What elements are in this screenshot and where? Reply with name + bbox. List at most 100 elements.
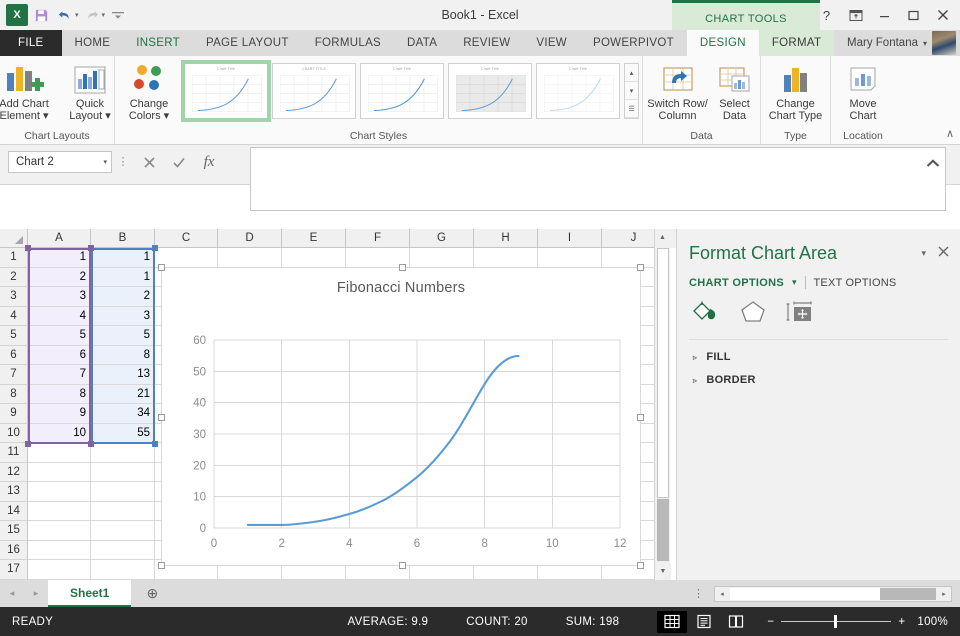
cell-b15[interactable]	[91, 521, 155, 541]
cell-b9[interactable]: 34	[91, 404, 155, 424]
cell-e1[interactable]	[282, 248, 346, 268]
row-header[interactable]: 12	[0, 462, 28, 482]
tab-view[interactable]: VIEW	[523, 30, 580, 56]
select-all-corner[interactable]	[0, 229, 28, 248]
cell-d1[interactable]	[218, 248, 282, 268]
ribbon-display-options-icon[interactable]	[842, 2, 869, 28]
cell-b14[interactable]	[91, 501, 155, 521]
range-handle[interactable]	[88, 441, 94, 447]
range-handle[interactable]	[25, 245, 31, 251]
horizontal-scroll-thumb[interactable]	[730, 587, 880, 600]
vertical-scrollbar[interactable]: ▲ ▼	[654, 229, 671, 580]
tab-formulas[interactable]: FORMULAS	[302, 30, 394, 56]
status-average[interactable]: AVERAGE: 9.9	[348, 616, 429, 628]
column-header-a[interactable]: A	[28, 229, 91, 248]
cell-a15[interactable]	[28, 521, 91, 541]
tab-design[interactable]: DESIGN	[686, 30, 759, 56]
cell-b11[interactable]	[91, 443, 155, 463]
tab-insert[interactable]: INSERT	[123, 30, 193, 56]
scroll-left-icon[interactable]: ◂	[715, 590, 729, 598]
border-expander-icon[interactable]: ▹	[693, 376, 697, 385]
previous-sheet-icon[interactable]: ◂	[0, 588, 24, 599]
pane-section-fill[interactable]: ▹ FILL	[677, 340, 960, 363]
column-header-h[interactable]: H	[474, 229, 538, 248]
range-handle[interactable]	[152, 441, 158, 447]
cell-b6[interactable]: 8	[91, 345, 155, 365]
scroll-down-icon[interactable]: ▼	[655, 563, 671, 580]
cell-a14[interactable]	[28, 501, 91, 521]
sheet-tab-sheet1[interactable]: Sheet1	[48, 580, 132, 607]
row-header[interactable]: 7	[0, 365, 28, 385]
cell-a3[interactable]: 3	[28, 287, 91, 307]
cell-b17[interactable]	[91, 560, 155, 580]
new-sheet-icon[interactable]: ⊕	[131, 585, 173, 602]
row-header[interactable]: 17	[0, 560, 28, 580]
cell-a5[interactable]: 5	[28, 326, 91, 346]
name-box[interactable]: Chart 2 ▾	[8, 151, 112, 173]
row-header[interactable]: 10	[0, 423, 28, 443]
column-header-g[interactable]: G	[410, 229, 474, 248]
row-header[interactable]: 13	[0, 482, 28, 502]
sheet-tab-options-icon[interactable]: ⋮	[693, 587, 714, 600]
column-header-i[interactable]: I	[538, 229, 602, 248]
cell-b13[interactable]	[91, 482, 155, 502]
tab-data[interactable]: DATA	[394, 30, 450, 56]
size-and-properties-icon[interactable]	[785, 299, 815, 330]
row-header[interactable]: 4	[0, 306, 28, 326]
vertical-scroll-thumb[interactable]	[657, 248, 669, 498]
zoom-slider-thumb[interactable]	[834, 615, 838, 628]
switch-row-column-button[interactable]: Switch Row/Column	[645, 59, 711, 122]
chart-object[interactable]: Fibonacci Numbers 0 10 20 30 40 50 60 0 …	[158, 264, 644, 569]
cancel-entry-icon[interactable]	[134, 151, 164, 173]
tab-format[interactable]: FORMAT	[758, 30, 835, 56]
status-sum[interactable]: SUM: 198	[566, 616, 620, 628]
tab-page-layout[interactable]: PAGE LAYOUT	[193, 30, 302, 56]
chart-resize-handle[interactable]	[399, 264, 406, 271]
pane-section-border[interactable]: ▹ BORDER	[677, 363, 960, 386]
name-box-dropdown-icon[interactable]: ▾	[103, 158, 107, 166]
tab-text-options[interactable]: TEXT OPTIONS	[814, 277, 897, 289]
cell-a8[interactable]: 8	[28, 384, 91, 404]
next-sheet-icon[interactable]: ▸	[24, 588, 48, 599]
cell-b2[interactable]: 1	[91, 267, 155, 287]
cell-b8[interactable]: 21	[91, 384, 155, 404]
gallery-more-icon[interactable]: ☰	[625, 100, 638, 118]
chart-options-dropdown-icon[interactable]: ▾	[792, 277, 797, 288]
add-chart-element-button[interactable]: Add Chart Element ▾	[0, 59, 57, 122]
page-break-preview-button[interactable]	[721, 611, 751, 633]
chart-resize-handle[interactable]	[158, 264, 165, 271]
row-header[interactable]: 1	[0, 248, 28, 268]
page-layout-view-button[interactable]	[689, 611, 719, 633]
chart-style-thumbnail[interactable]: Chart Title	[181, 60, 271, 122]
cell-i1[interactable]	[538, 248, 602, 268]
close-icon[interactable]	[929, 2, 956, 28]
chart-style-thumbnail[interactable]: Chart Title	[536, 63, 620, 119]
quick-layout-button[interactable]: Quick Layout ▾	[57, 59, 123, 122]
cell-b5[interactable]: 5	[91, 326, 155, 346]
account-dropdown-icon[interactable]: ▾	[923, 39, 927, 48]
column-header-e[interactable]: E	[282, 229, 346, 248]
chart-resize-handle[interactable]	[637, 562, 644, 569]
cell-a6[interactable]: 6	[28, 345, 91, 365]
row-header[interactable]: 2	[0, 267, 28, 287]
scroll-up-icon[interactable]: ▲	[655, 229, 670, 246]
change-chart-type-button[interactable]: Change Chart Type	[763, 59, 829, 122]
effects-icon[interactable]	[739, 299, 767, 330]
chart-title[interactable]: Fibonacci Numbers	[162, 268, 640, 296]
gallery-scroll-up-icon[interactable]: ▴	[625, 64, 638, 82]
chart-resize-handle[interactable]	[399, 562, 406, 569]
chart-series-line[interactable]	[246, 354, 520, 526]
cell-a12[interactable]	[28, 462, 91, 482]
range-handle[interactable]	[25, 441, 31, 447]
zoom-slider-track[interactable]	[781, 615, 892, 628]
row-header[interactable]: 9	[0, 404, 28, 424]
cell-b16[interactable]	[91, 540, 155, 560]
fill-expander-icon[interactable]: ▹	[693, 353, 697, 362]
chart-resize-handle[interactable]	[158, 562, 165, 569]
cell-b7[interactable]: 13	[91, 365, 155, 385]
column-header-c[interactable]: C	[155, 229, 218, 248]
cell-b12[interactable]	[91, 462, 155, 482]
zoom-control[interactable]: − +	[767, 615, 905, 628]
horizontal-scroll-track[interactable]	[880, 587, 936, 600]
tab-review[interactable]: REVIEW	[450, 30, 523, 56]
